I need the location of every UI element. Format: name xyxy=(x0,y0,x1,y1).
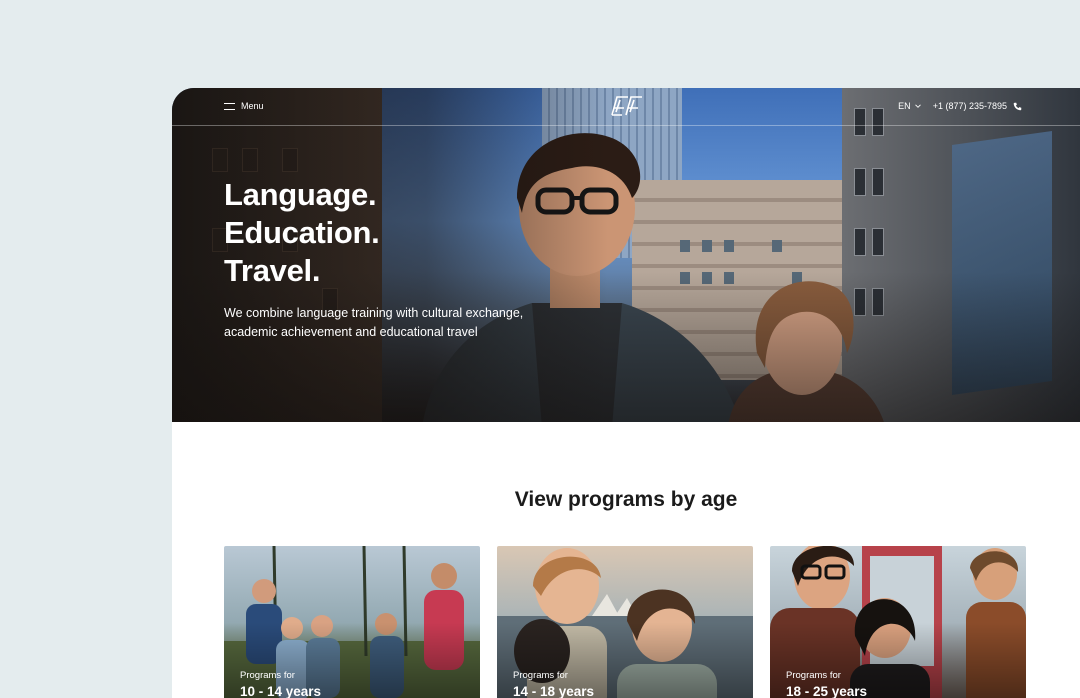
card-age-range: 10 - 14 years xyxy=(240,684,322,698)
language-label: EN xyxy=(898,101,911,111)
menu-label: Menu xyxy=(241,101,264,111)
hero-banner: Menu EN +1 (877) 235-7895 Language. Educ… xyxy=(172,88,1080,422)
hero-title-line: Education. xyxy=(224,215,380,250)
card-prefix: Programs for xyxy=(240,670,295,681)
hero-title: Language. Education. Travel. xyxy=(224,176,380,290)
program-card-18-25[interactable]: Programs for 18 - 25 years xyxy=(770,546,1026,698)
menu-icon xyxy=(224,102,235,110)
hero-subtitle: We combine language training with cultur… xyxy=(224,306,524,339)
phone-number: +1 (877) 235-7895 xyxy=(932,101,1007,111)
card-prefix: Programs for xyxy=(513,670,568,681)
card-age-range: 14 - 18 years xyxy=(513,684,595,698)
nav-right: EN +1 (877) 235-7895 xyxy=(898,101,1022,111)
program-card-14-18[interactable]: Programs for 14 - 18 years xyxy=(497,546,753,698)
hero-title-line: Travel. xyxy=(224,253,321,288)
programs-heading: View programs by age xyxy=(514,488,738,511)
language-selector[interactable]: EN xyxy=(898,101,921,111)
card-prefix: Programs for xyxy=(786,670,841,681)
ef-logo[interactable] xyxy=(608,95,644,117)
program-card-10-14[interactable]: Programs for 10 - 14 years xyxy=(224,546,480,698)
phone-link[interactable]: +1 (877) 235-7895 xyxy=(933,101,1022,111)
card-age-range: 18 - 25 years xyxy=(786,684,868,698)
chevron-down-icon xyxy=(914,104,921,108)
hero-title-line: Language. xyxy=(224,177,377,212)
browser-window: Menu EN +1 (877) 235-7895 Language. Educ… xyxy=(172,88,1080,698)
menu-button[interactable]: Menu xyxy=(224,101,264,111)
top-nav: Menu EN +1 (877) 235-7895 xyxy=(172,88,1080,126)
phone-icon xyxy=(1013,102,1022,110)
